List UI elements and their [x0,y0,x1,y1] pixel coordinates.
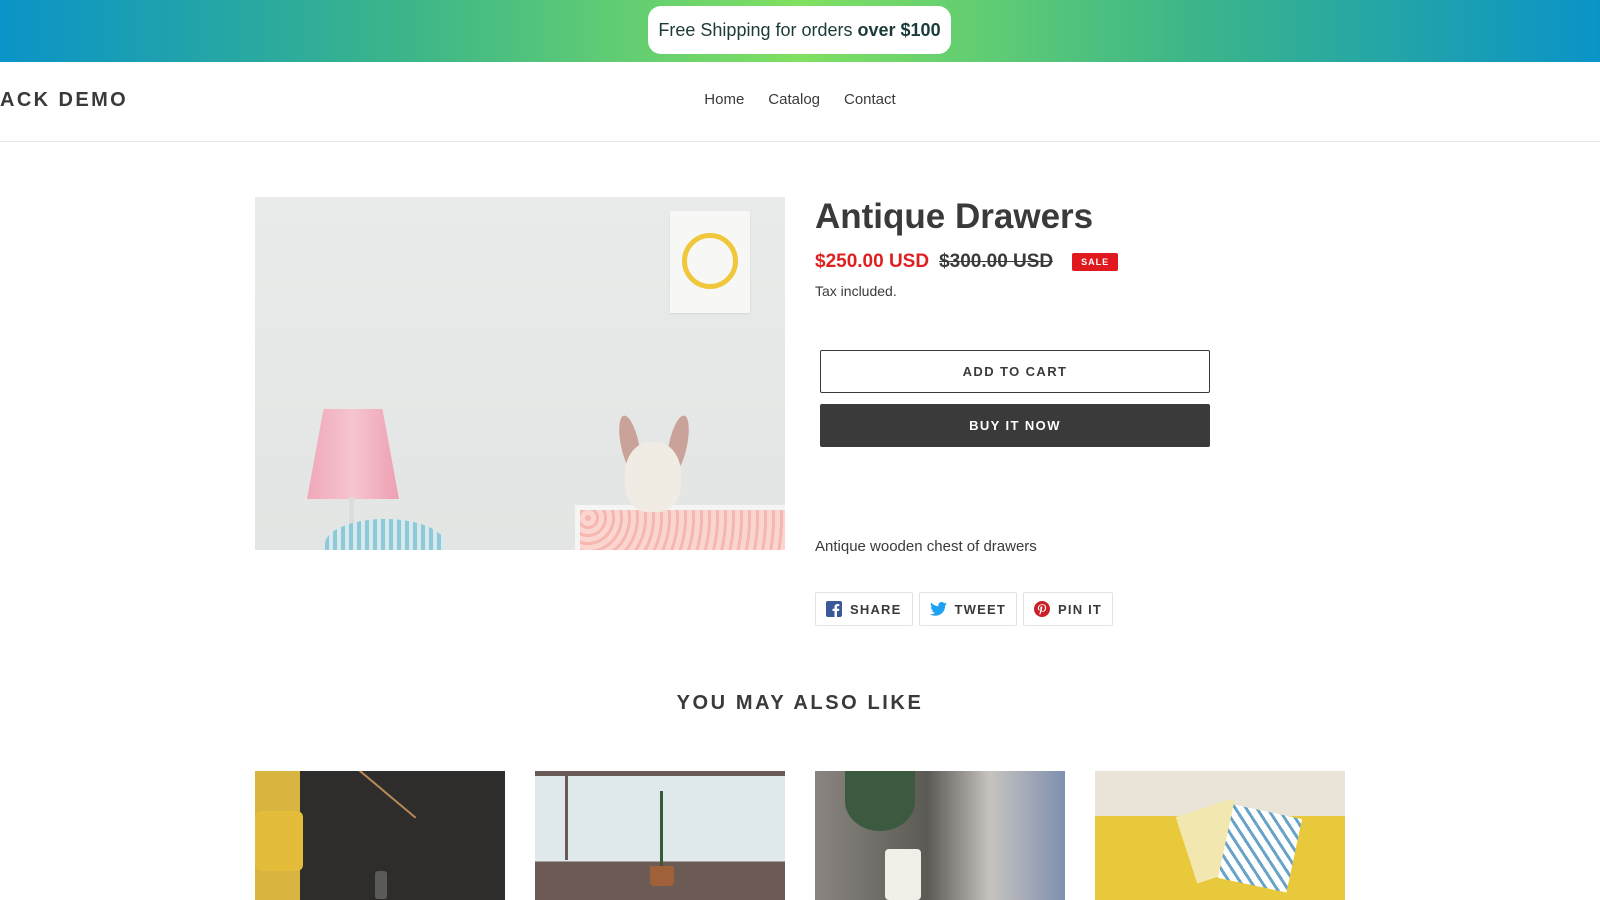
related-product-1[interactable] [255,771,505,900]
share-facebook-label: SHARE [850,601,902,617]
related-product-3[interactable] [815,771,1065,900]
related-product-4[interactable] [1095,771,1345,900]
related-product-2[interactable] [535,771,785,900]
share-twitter-label: TWEET [954,601,1007,617]
announcement-text: Free Shipping for orders [658,19,853,40]
tray [575,505,785,550]
site-header: ACK DEMO Home Catalog Contact [0,62,1600,142]
pinterest-icon [1034,601,1051,617]
product-image[interactable] [255,197,785,550]
announcement-bold-text: over $100 [857,19,941,40]
tax-note: Tax included. [815,283,897,299]
related-heading: YOU MAY ALSO LIKE [676,692,924,714]
product-title: Antique Drawers [815,197,1094,236]
twitter-icon [929,602,947,616]
nav-contact[interactable]: Contact [832,91,908,108]
share-pinterest-label: PIN IT [1058,601,1103,617]
social-share: SHARE TWEET PIN IT [815,592,1114,626]
facebook-icon [826,601,842,617]
wall-card [670,211,750,313]
buy-it-now-button[interactable]: BUY IT NOW [820,404,1210,447]
announcement-bar: Free Shipping for orders over $100 [0,0,1600,62]
related-products [255,771,1345,900]
main-nav: Home Catalog Contact [0,91,1600,108]
lamp-shade [307,409,399,499]
add-to-cart-button[interactable]: ADD TO CART [820,350,1210,393]
nav-catalog[interactable]: Catalog [756,91,832,108]
plush-bunny [625,442,681,512]
product-description: Antique wooden chest of drawers [815,538,1037,555]
share-twitter-button[interactable]: TWEET [918,592,1018,626]
share-pinterest-button[interactable]: PIN IT [1023,592,1114,626]
nav-home[interactable]: Home [692,91,756,108]
price-row: $250.00 USD $300.00 USD SALE [815,251,1119,273]
regular-price: $300.00 USD [939,251,1054,272]
lamp-base [325,519,445,550]
sale-badge: SALE [1072,253,1119,271]
announcement-pill: Free Shipping for orders over $100 [648,6,951,54]
share-facebook-button[interactable]: SHARE [815,592,913,626]
sale-price: $250.00 USD [815,251,930,272]
